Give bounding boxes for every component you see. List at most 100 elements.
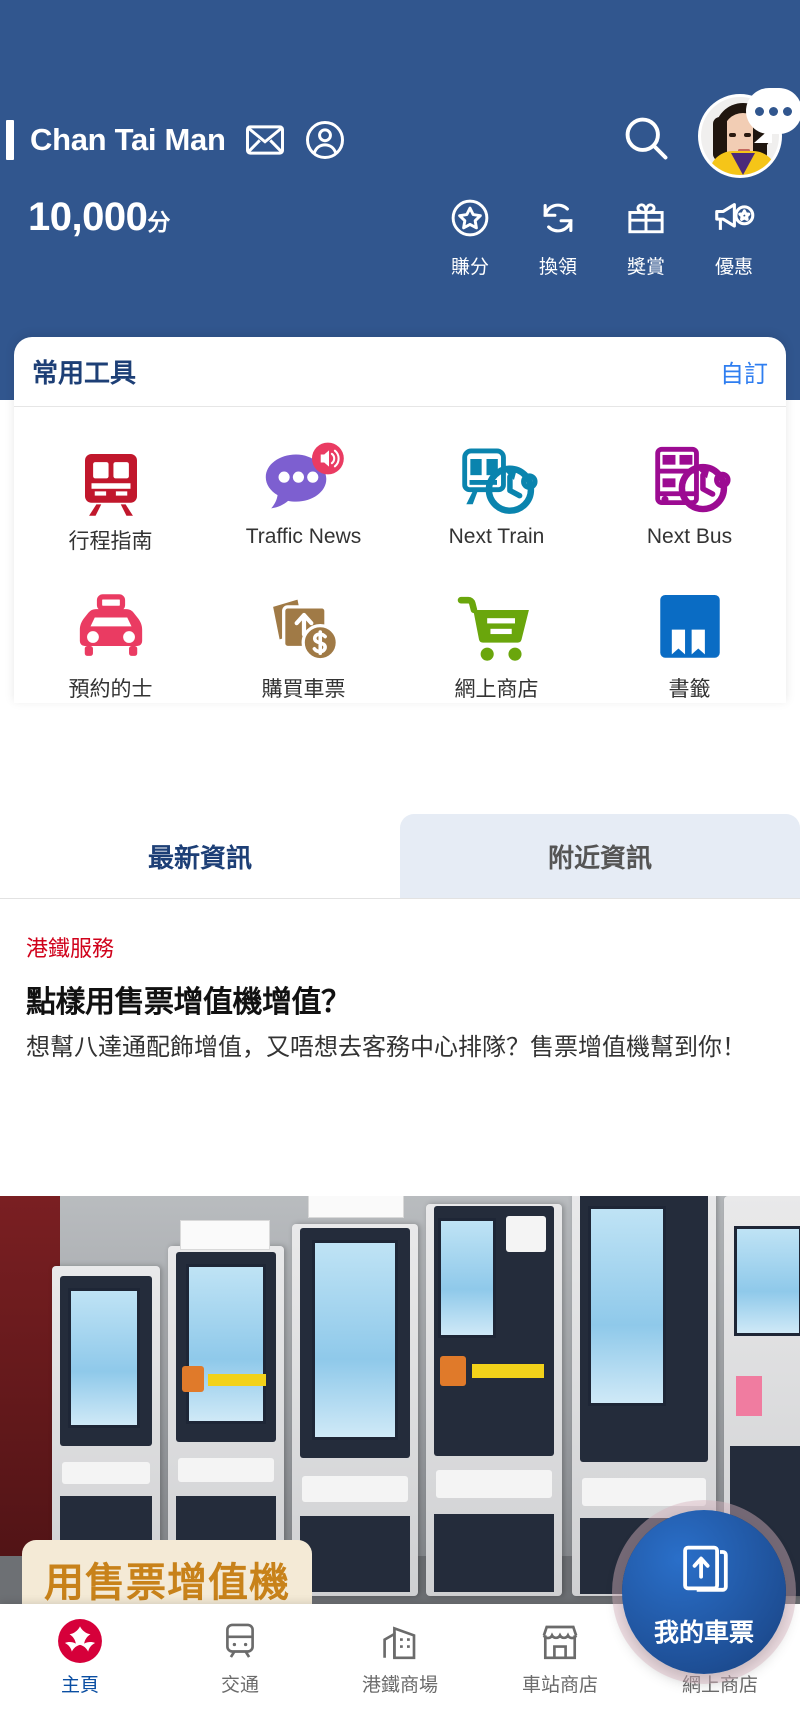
machine-screen [186,1264,266,1424]
machine-screen [588,1206,666,1406]
machine-screen [438,1218,496,1338]
taxi-icon [70,585,152,671]
search-icon[interactable] [620,112,672,169]
ticket-sample [736,1376,762,1416]
points-value: 10,000分 [28,195,170,240]
machine-screen [68,1288,140,1428]
news-article[interactable]: 港鐵服務 點樣用售票增值機增值？ 想幫八達通配飾增值，又唔想去客務中心排隊？售票… [0,898,800,1066]
nav-item-station-shops[interactable]: 車站商店 [480,1618,640,1697]
machine-tray [178,1458,274,1482]
mail-icon[interactable] [244,119,286,161]
quick-action-redeem[interactable]: 換領 [514,195,602,279]
account-icon[interactable] [304,119,346,161]
tool-traffic-news[interactable]: Traffic News [207,407,400,555]
machine-reader [182,1366,204,1392]
bookmark-icon [653,585,727,671]
nav-label: 網上商店 [681,1675,758,1696]
machine-base [300,1516,410,1592]
star-circle-icon [448,195,492,241]
points-number: 10,000 [28,195,148,239]
tool-label: Next Bus [646,525,733,548]
tool-journey-planner[interactable]: 行程指南 [14,407,207,555]
megaphone-star-icon [711,195,757,241]
gift-icon [624,195,668,241]
news-title: 點樣用售票增值機增值？ [26,986,351,1019]
name-accent-bar [6,120,14,160]
quick-actions: 賺分 換領 獎賞 優惠 [426,195,800,279]
avatar-eye-left [729,133,736,137]
avatar-eye-right [744,133,751,137]
mall-icon [379,1618,421,1664]
machine-tray [302,1476,408,1502]
tickets-icon [672,1536,736,1605]
mtr-logo-icon [57,1618,103,1664]
bus-clock-icon [648,437,732,523]
header-actions [620,88,800,186]
chat-speaker-icon [261,437,347,523]
common-tools-card: 常用工具 自訂 行程指南 Traffic News Next Train Nex… [14,337,786,703]
machine-screen [312,1240,398,1440]
machine-notice [308,1196,404,1218]
machine-tray [436,1470,552,1498]
refresh-icon [536,195,580,241]
ticket-machine [426,1204,562,1596]
tool-label: 預約的士 [68,678,153,701]
machine-base [434,1514,554,1592]
customize-button[interactable]: 自訂 [720,354,768,389]
quick-action-label: 優惠 [714,257,753,278]
nav-label: 主頁 [60,1675,99,1696]
tool-label: Next Train [448,525,545,548]
quick-action-offers[interactable]: 優惠 [690,195,778,279]
machine-tray [62,1462,150,1484]
shopping-cart-icon [455,585,539,671]
info-tabs: 最新資訊 附近資訊 [0,814,800,898]
user-name: Chan Tai Man [30,122,226,157]
machine-label [208,1374,266,1386]
train-icon [219,1618,261,1664]
tool-grid: 行程指南 Traffic News Next Train Next Bus 預約… [14,407,786,703]
quick-action-label: 換領 [538,257,577,278]
points-row: 10,000分 賺分 換領 獎賞 優惠 [0,195,800,279]
my-tickets-fab[interactable]: 我的車票 [622,1510,786,1674]
avatar-with-chat[interactable] [698,88,800,186]
machine-dispenser [506,1216,546,1252]
train-clock-icon [455,437,539,523]
header-top-row: Chan Tai Man [0,88,800,180]
tab-latest-info[interactable]: 最新資訊 [0,814,400,898]
tool-next-bus[interactable]: Next Bus [593,407,786,555]
quick-action-label: 賺分 [450,257,489,278]
my-tickets-label: 我的車票 [653,1618,754,1647]
section-title: 常用工具 [32,358,137,388]
tool-label: 網上商店 [454,678,539,701]
train-front-icon [72,437,150,523]
machine-tray [582,1478,706,1506]
ticket-money-icon [264,585,344,671]
news-body: 想幫八達通配飾增值，又唔想去客務中心排隊？售票增值機幫到你！ [26,1034,746,1061]
shop-icon [539,1618,581,1664]
quick-action-earn[interactable]: 賺分 [426,195,514,279]
nav-label: 港鐵商場 [361,1675,438,1696]
tool-buy-ticket[interactable]: 購買車票 [207,555,400,703]
common-tools-header: 常用工具 自訂 [14,337,786,407]
tool-label: 行程指南 [68,530,153,553]
quick-action-rewards[interactable]: 獎賞 [602,195,690,279]
tool-label: 書籤 [668,678,711,701]
machine-notice [180,1220,270,1250]
nav-item-home[interactable]: 主頁 [0,1618,160,1697]
machine-screen [734,1226,800,1336]
nav-item-malls[interactable]: 港鐵商場 [320,1618,480,1697]
machine-reader [440,1356,466,1386]
tool-book-taxi[interactable]: 預約的士 [14,555,207,703]
tab-nearby-info[interactable]: 附近資訊 [400,814,800,898]
tool-next-train[interactable]: Next Train [400,407,593,555]
tool-label: Traffic News [245,525,362,548]
tool-bookmarks[interactable]: 書籤 [593,555,786,703]
tool-label: 購買車票 [261,678,346,701]
photo-caption-text: 用售票增值機 [44,1561,290,1605]
chat-bubble-icon[interactable] [746,88,800,134]
nav-item-transport[interactable]: 交通 [160,1618,320,1697]
news-category: 港鐵服務 [26,936,115,961]
app-screen: Chan Tai Man 10,000分 賺分 換領 獎賞 優惠 常用工具 自訂… [0,0,800,1732]
points-unit: 分 [147,209,170,235]
tool-online-shop[interactable]: 網上商店 [400,555,593,703]
